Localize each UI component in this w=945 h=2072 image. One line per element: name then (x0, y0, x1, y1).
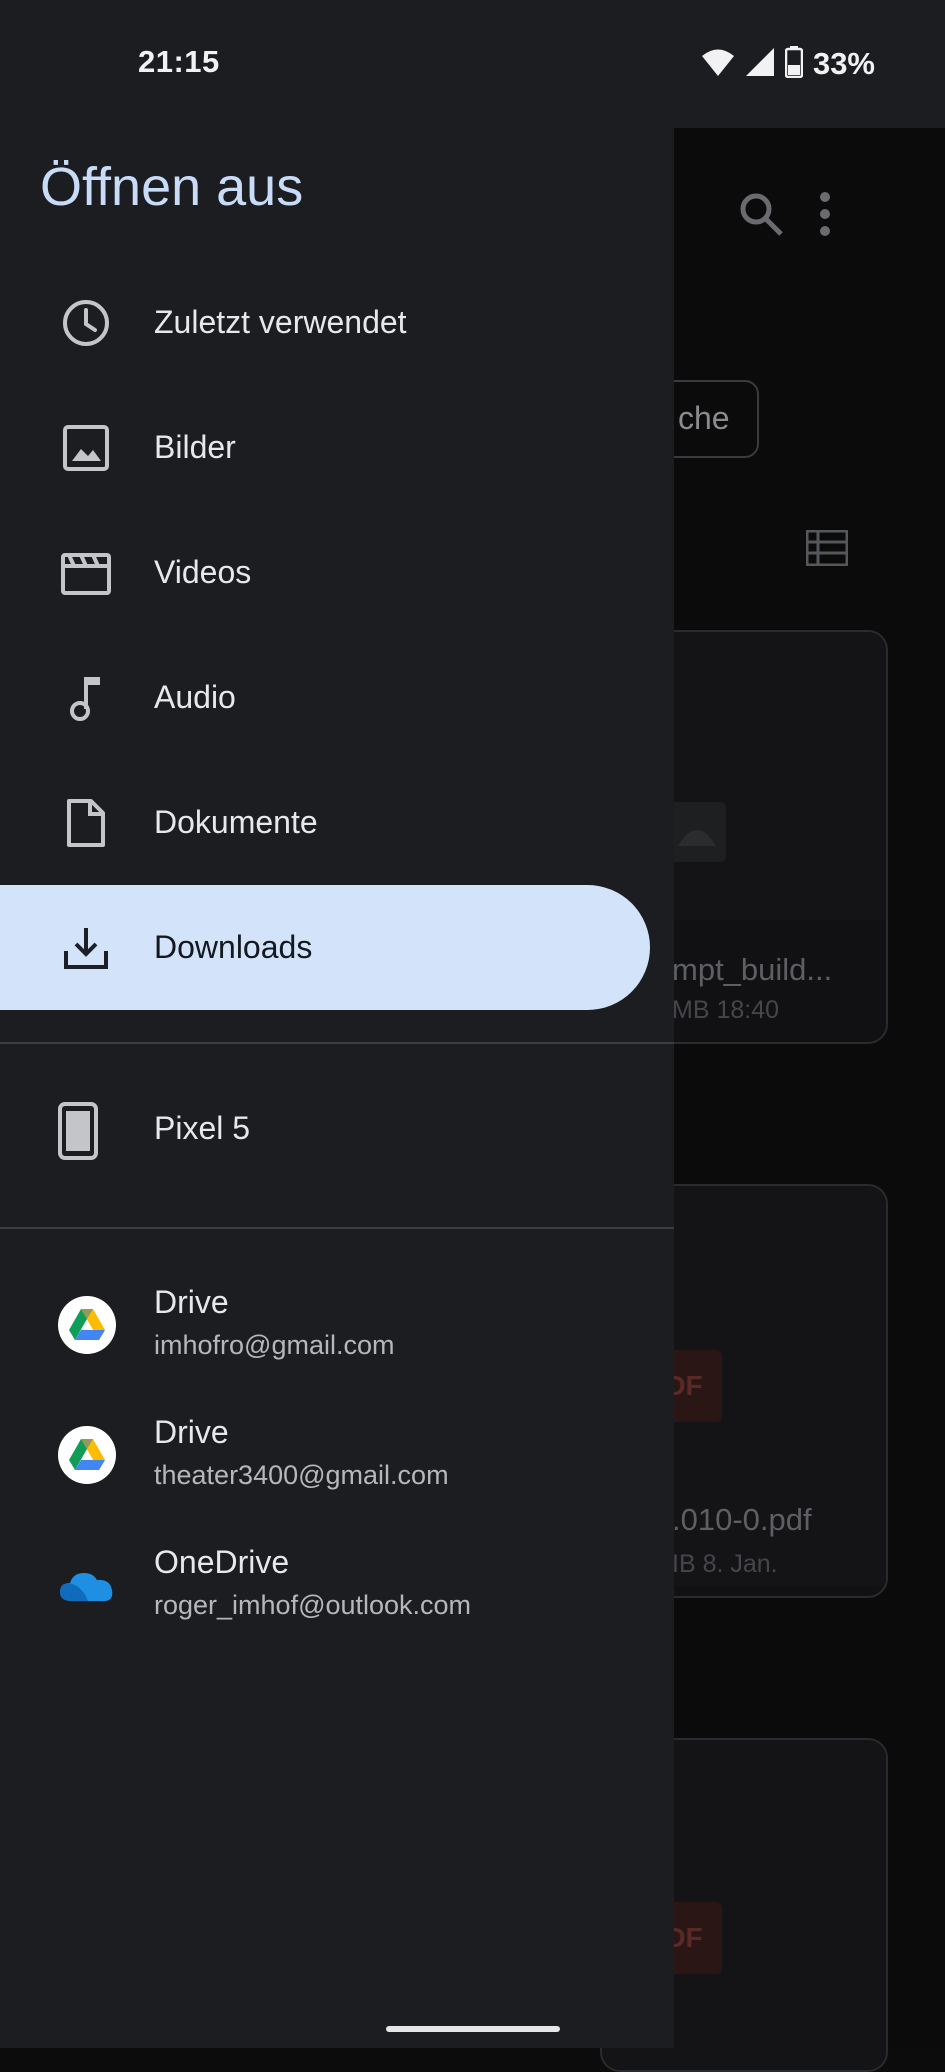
android-icon (668, 802, 726, 867)
nav-item-label: Audio (154, 679, 236, 715)
account-item-drive[interactable]: Drive imhofro@gmail.com (0, 1274, 674, 1404)
drawer-title: Öffnen aus (40, 157, 304, 217)
navigation-drawer: Öffnen aus Zuletzt verwendet Bilder Vide… (0, 128, 674, 2048)
status-time: 21:15 (138, 44, 220, 79)
account-title: Drive (154, 1284, 229, 1320)
nav-item-recent[interactable]: Zuletzt verwendet (0, 260, 674, 385)
nav-item-label: Bilder (154, 429, 236, 465)
nav-item-label: Downloads (154, 929, 313, 965)
phone-icon (58, 1102, 98, 1165)
status-icons: 33% (701, 44, 875, 84)
nav-item-videos[interactable]: Videos (0, 510, 674, 635)
list-view-icon (805, 529, 849, 571)
nav-item-device[interactable]: Pixel 5 (0, 1068, 674, 1193)
music-note-icon (58, 670, 114, 726)
signal-icon (745, 47, 775, 82)
nav-item-label: Zuletzt verwendet (154, 304, 407, 340)
google-drive-icon (58, 1296, 116, 1354)
image-icon (58, 420, 114, 476)
nav-item-label: Dokumente (154, 804, 318, 840)
background-toolbar (685, 158, 945, 238)
account-title: Drive (154, 1414, 229, 1450)
search-icon (737, 190, 785, 243)
nav-item-images[interactable]: Bilder (0, 385, 674, 510)
battery-icon (784, 45, 804, 83)
nav-item-label: Pixel 5 (154, 1110, 251, 1146)
clock-icon (58, 295, 114, 351)
nav-item-documents[interactable]: Dokumente (0, 760, 674, 885)
document-icon (58, 795, 114, 851)
google-drive-icon (58, 1426, 116, 1484)
divider (0, 1042, 674, 1044)
nav-item-downloads[interactable]: Downloads (0, 885, 674, 1010)
divider (0, 1227, 674, 1229)
account-email: theater3400@gmail.com (154, 1460, 449, 1490)
video-icon (58, 545, 114, 601)
onedrive-icon (58, 1556, 116, 1614)
account-email: imhofro@gmail.com (154, 1330, 395, 1360)
wifi-icon (701, 47, 735, 82)
root-list: Zuletzt verwendet Bilder Videos Audio Do… (0, 260, 674, 1010)
account-item-drive[interactable]: Drive theater3400@gmail.com (0, 1404, 674, 1534)
more-options-icon (819, 192, 831, 241)
status-bar: 21:15 33% (0, 0, 945, 128)
battery-percent: 33% (812, 46, 875, 81)
account-email: roger_imhof@outlook.com (154, 1590, 472, 1620)
account-item-onedrive[interactable]: OneDrive roger_imhof@outlook.com (0, 1534, 674, 1664)
nav-item-audio[interactable]: Audio (0, 635, 674, 760)
account-title: OneDrive (154, 1544, 290, 1580)
nav-item-label: Videos (154, 554, 252, 590)
gesture-navigation-bar[interactable] (386, 2026, 560, 2032)
download-icon (58, 920, 114, 976)
